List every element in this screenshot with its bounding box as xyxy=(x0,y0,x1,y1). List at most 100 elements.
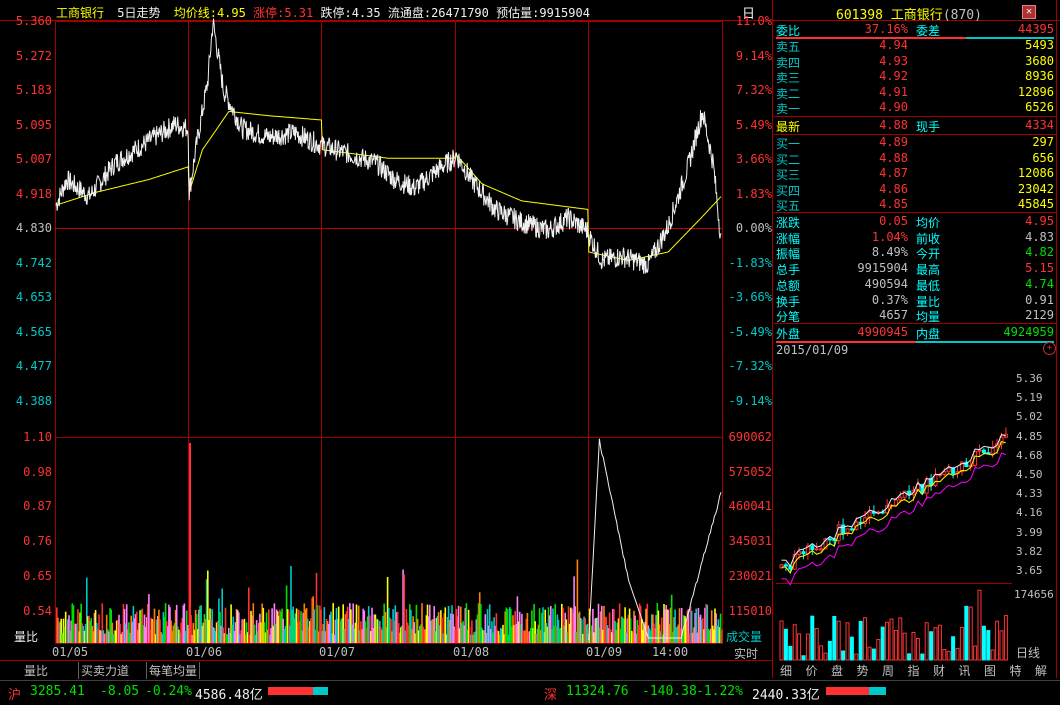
kline-volume-bar xyxy=(849,636,854,661)
bid-row: 买二 4.88 656 xyxy=(776,151,1056,167)
ask-row: 卖五 4.94 5493 xyxy=(776,38,1056,54)
pct-tick: -9.14% xyxy=(728,393,772,408)
candle-body xyxy=(810,545,815,551)
sh-index[interactable]: 3285.41 xyxy=(30,684,85,699)
sh-change: -8.05 xyxy=(100,684,140,699)
side-tab[interactable]: 指 xyxy=(904,662,924,678)
kline-volume-bar xyxy=(942,648,947,661)
candle-body xyxy=(951,467,956,475)
bid-volume: 45845 xyxy=(1017,197,1054,211)
candle-body xyxy=(814,548,819,551)
x-tick: 01/06 xyxy=(186,645,223,659)
bid-row: 买五 4.85 45845 xyxy=(776,197,1056,213)
candle-body xyxy=(801,551,806,555)
tab-buy-sell-power[interactable]: 买卖力道 xyxy=(78,662,131,679)
cur-vol-value: 4334 xyxy=(1025,118,1054,132)
stat-value: 1.04% xyxy=(871,229,908,244)
stock-count: (870) xyxy=(942,8,982,23)
ask-volume: 6526 xyxy=(1025,100,1054,114)
side-tab[interactable]: 周 xyxy=(878,662,898,678)
stat-value: 0.37% xyxy=(871,292,908,307)
tab-volume-ratio[interactable]: 量比 xyxy=(22,662,50,679)
pct-tick: -7.32% xyxy=(728,359,772,373)
kline-volume-bar xyxy=(929,631,934,661)
price-tick: 4.477 xyxy=(15,359,52,373)
volume-spike-bar xyxy=(189,443,191,643)
period-label: 5日走势 xyxy=(117,6,161,20)
kline-volume-bar xyxy=(805,633,810,661)
candle-body xyxy=(933,474,938,486)
kline-volume-bar xyxy=(814,628,819,661)
crosshair-icon[interactable]: + xyxy=(1043,342,1056,355)
side-tab[interactable]: 解 xyxy=(1031,662,1051,678)
price-tick: 4.565 xyxy=(15,324,52,339)
kline-volume-bar xyxy=(964,605,969,661)
candle-body xyxy=(981,449,986,454)
bid-price: 4.86 xyxy=(879,181,908,196)
weibi-row: 委比 37.16% 委差 44395 xyxy=(776,22,1056,38)
candle-body xyxy=(942,471,947,475)
ask-price: 4.94 xyxy=(879,38,908,52)
pct-tick: -1.83% xyxy=(728,255,772,270)
side-tab[interactable]: 势 xyxy=(853,662,873,678)
limit-down-value: 4.35 xyxy=(351,6,381,20)
side-tab[interactable]: 细 xyxy=(776,662,796,678)
ask-price: 4.93 xyxy=(879,53,908,68)
kline-tick: 4.50 xyxy=(1016,468,1043,481)
stat-row: 分笔 4657 均量 2129 xyxy=(776,308,1056,324)
sz-index[interactable]: 11324.76 xyxy=(566,684,629,699)
ask-volume: 5493 xyxy=(1025,38,1054,52)
ask-row: 卖一 4.90 6526 xyxy=(776,100,1056,116)
price-tick: 5.360 xyxy=(15,14,52,28)
stat-value: 5.15 xyxy=(1025,261,1054,276)
side-tab[interactable]: 图 xyxy=(980,662,1000,678)
volume-ratio-tick: 0.54 xyxy=(23,603,52,618)
price-tick: 5.095 xyxy=(15,117,52,132)
kline-period-label[interactable]: 日线 xyxy=(1016,644,1040,661)
latest-value: 4.88 xyxy=(879,118,908,132)
price-tick: 4.918 xyxy=(15,186,52,201)
inner-value: 4924959 xyxy=(1003,325,1054,339)
realtime-label[interactable]: 实时 xyxy=(732,645,760,662)
kline-volume-bar xyxy=(893,629,898,661)
status-bar: 沪 3285.41 -8.05 -0.24% 4586.48亿 深 11324.… xyxy=(0,680,1060,705)
weibi-value: 37.16% xyxy=(864,22,908,36)
float-value: 26471790 xyxy=(431,6,489,20)
pct-tick: -5.49% xyxy=(728,324,772,339)
tab-avg-per-trade[interactable]: 每笔均量 xyxy=(146,662,201,679)
kline-volume-bar xyxy=(1003,615,1008,661)
price-tick: 4.742 xyxy=(15,255,52,270)
side-tab[interactable]: 价 xyxy=(802,662,822,678)
kline-volume-bar xyxy=(951,636,956,661)
stat-value: 4.74 xyxy=(1025,276,1054,291)
kline-volume-bar xyxy=(920,653,925,661)
bid-volume: 12086 xyxy=(1017,166,1054,180)
price-tick: 5.007 xyxy=(15,152,52,166)
kline-volume-bar xyxy=(871,648,876,661)
side-tab[interactable]: 讯 xyxy=(955,662,975,678)
side-tab[interactable]: 盘 xyxy=(827,662,847,678)
side-tab[interactable]: 财 xyxy=(929,662,949,678)
ask-price: 4.91 xyxy=(879,84,908,99)
kline-volume-bar xyxy=(973,645,978,661)
chart-header: 工商银行 5日走势 均价线:4.95 涨停:5.31 跌停:4.35 流通盘:2… xyxy=(56,4,590,20)
sz-pct: -1.22% xyxy=(696,684,743,699)
kline-volume-bar xyxy=(907,653,912,661)
close-icon[interactable]: ✕ xyxy=(1022,5,1036,19)
kline-tick: 5.36 xyxy=(1016,372,1043,385)
kline-volume-bar xyxy=(968,606,973,661)
stat-row: 换手 0.37% 量比 0.91 xyxy=(776,293,1056,309)
kline-volume-bar xyxy=(841,650,846,661)
side-tab[interactable]: 特 xyxy=(1006,662,1026,678)
kline-volume-bar xyxy=(801,655,806,661)
kline-volume-bar xyxy=(858,620,863,661)
bid-price: 4.88 xyxy=(879,150,908,165)
volume-ratio-tick: 0.76 xyxy=(23,534,52,549)
limit-down-label: 跌停: xyxy=(320,6,352,20)
stat-row: 总手 9915904 最高 5.15 xyxy=(776,261,1056,277)
candle-body xyxy=(797,551,802,556)
kline-tick: 4.68 xyxy=(1016,448,1043,462)
ma-line-3 xyxy=(781,452,1007,586)
volume-ratio-line xyxy=(588,438,722,641)
daily-kline xyxy=(776,427,1012,661)
